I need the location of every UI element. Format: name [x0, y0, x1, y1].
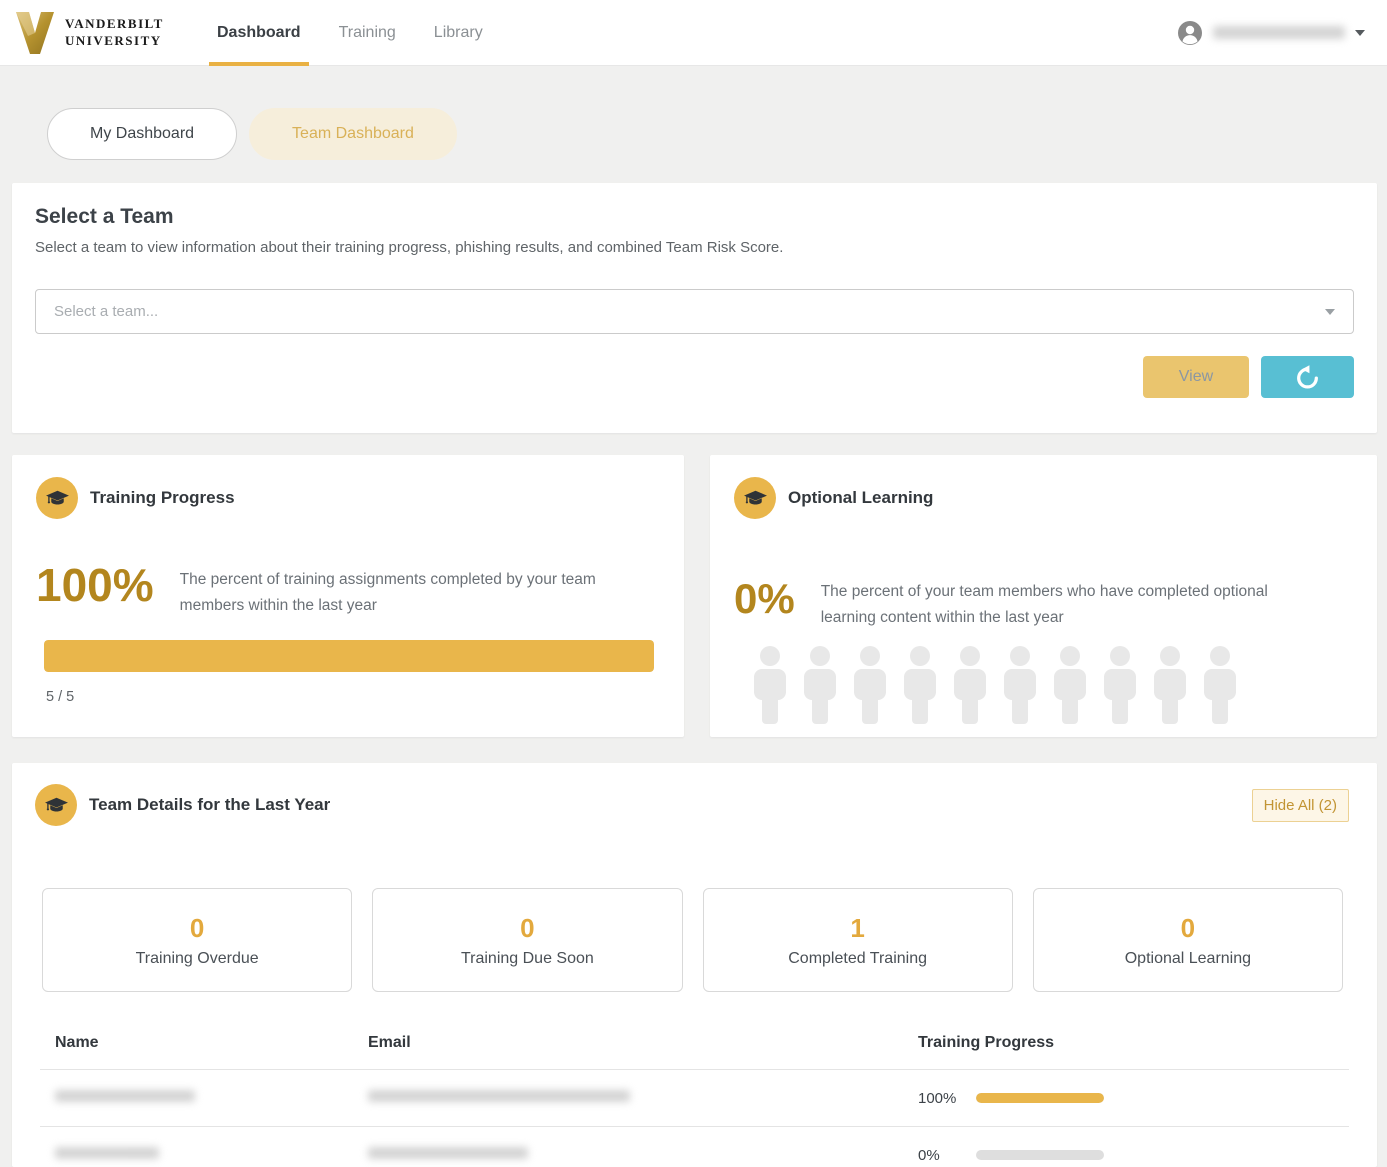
team-members-table: Name Email Training Progress 100% 0% [40, 1016, 1349, 1167]
dropdown-caret-icon [1325, 309, 1335, 315]
reset-button[interactable] [1261, 356, 1354, 398]
column-header-name: Name [40, 1034, 353, 1052]
member-email-redacted [368, 1090, 630, 1102]
dashboard-toggle: My Dashboard Team Dashboard [47, 108, 1387, 160]
chevron-down-icon [1355, 30, 1365, 36]
stat-value: 0 [520, 913, 534, 944]
vanderbilt-v-icon [14, 10, 56, 56]
training-progress-percent: 100% [36, 561, 154, 609]
person-icon [804, 646, 836, 724]
graduation-cap-icon [36, 477, 78, 519]
team-stats-row: 0 Training Overdue 0 Training Due Soon 1… [42, 888, 1343, 992]
team-details-panel: Team Details for the Last Year Hide All … [12, 763, 1377, 1167]
user-menu[interactable] [1177, 20, 1373, 46]
person-icon [854, 646, 886, 724]
select-team-panel: Select a Team Select a team to view info… [12, 183, 1377, 433]
member-name-redacted [55, 1147, 159, 1159]
column-header-email: Email [353, 1034, 903, 1052]
member-name-redacted [55, 1090, 195, 1102]
team-select-placeholder: Select a team... [54, 303, 1325, 320]
member-progress-bar [976, 1093, 1104, 1103]
person-icon [954, 646, 986, 724]
account-icon [1177, 20, 1203, 46]
training-progress-bar-fill [44, 640, 654, 672]
team-dashboard-button[interactable]: Team Dashboard [249, 108, 457, 160]
person-icon [1004, 646, 1036, 724]
stat-training-due-soon: 0 Training Due Soon [372, 888, 682, 992]
select-team-subtitle: Select a team to view information about … [35, 239, 1354, 256]
stat-value: 0 [1181, 913, 1195, 944]
top-bar: VANDERBILT UNIVERSITY Dashboard Training… [0, 0, 1387, 66]
table-row[interactable]: 100% [40, 1069, 1349, 1126]
optional-learning-description: The percent of your team members who hav… [821, 573, 1291, 632]
team-select-dropdown[interactable]: Select a team... [35, 289, 1354, 334]
table-row[interactable]: 0% [40, 1126, 1349, 1167]
member-progress-bar-fill [976, 1093, 1104, 1103]
people-icons-row [754, 646, 1353, 724]
training-progress-fraction: 5 / 5 [46, 689, 660, 705]
person-icon [1154, 646, 1186, 724]
member-progress-percent: 100% [918, 1090, 962, 1107]
team-details-title: Team Details for the Last Year [89, 795, 330, 815]
nav-dashboard[interactable]: Dashboard [217, 0, 301, 66]
stat-training-overdue: 0 Training Overdue [42, 888, 352, 992]
stat-value: 0 [190, 913, 204, 944]
stat-label: Training Overdue [136, 950, 259, 968]
user-name-redacted [1213, 26, 1345, 39]
stat-completed-training: 1 Completed Training [703, 888, 1013, 992]
brand-line1: VANDERBILT [65, 16, 164, 32]
refresh-icon [1293, 363, 1322, 392]
stat-label: Optional Learning [1125, 950, 1251, 968]
person-icon [1054, 646, 1086, 724]
hide-all-button[interactable]: Hide All (2) [1252, 789, 1349, 822]
training-progress-card: Training Progress 100% The percent of tr… [12, 455, 684, 737]
training-progress-title: Training Progress [90, 488, 235, 508]
person-icon [1104, 646, 1136, 724]
nav-training[interactable]: Training [339, 0, 396, 66]
training-progress-description: The percent of training assignments comp… [180, 561, 630, 620]
person-icon [754, 646, 786, 724]
person-icon [904, 646, 936, 724]
column-header-training-progress: Training Progress [903, 1034, 1349, 1052]
main-nav: Dashboard Training Library [217, 0, 483, 66]
stat-optional-learning: 0 Optional Learning [1033, 888, 1343, 992]
view-button[interactable]: View [1143, 356, 1249, 398]
stat-label: Training Due Soon [461, 950, 594, 968]
stat-label: Completed Training [788, 950, 927, 968]
vanderbilt-logo[interactable]: VANDERBILT UNIVERSITY [14, 10, 189, 56]
training-progress-bar [44, 640, 654, 672]
table-header-row: Name Email Training Progress [40, 1016, 1349, 1069]
member-progress-bar [976, 1150, 1104, 1160]
optional-learning-title: Optional Learning [788, 488, 933, 508]
stat-value: 1 [850, 913, 864, 944]
person-icon [1204, 646, 1236, 724]
my-dashboard-button[interactable]: My Dashboard [47, 108, 237, 160]
member-progress-percent: 0% [918, 1147, 962, 1164]
graduation-cap-icon [734, 477, 776, 519]
graduation-cap-icon [35, 784, 77, 826]
nav-library[interactable]: Library [434, 0, 483, 66]
optional-learning-card: Optional Learning 0% The percent of your… [710, 455, 1377, 737]
select-team-title: Select a Team [35, 205, 1354, 229]
optional-learning-percent: 0% [734, 577, 795, 621]
member-email-redacted [368, 1147, 528, 1159]
brand-text: VANDERBILT UNIVERSITY [65, 16, 164, 49]
brand-line2: UNIVERSITY [65, 33, 164, 49]
